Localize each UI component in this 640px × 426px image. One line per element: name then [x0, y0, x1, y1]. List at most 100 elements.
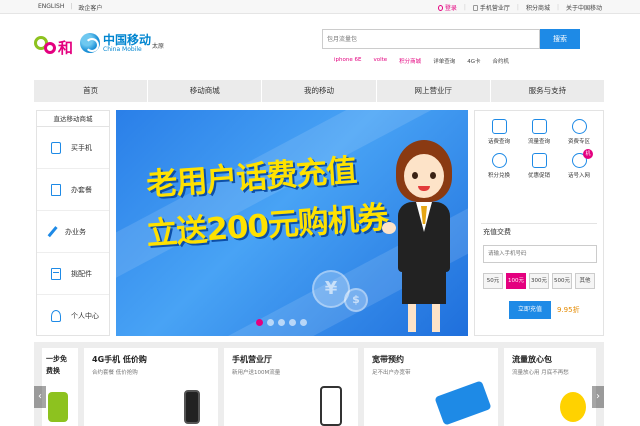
mobile-hall-link[interactable]: 手机营业厅 — [472, 3, 510, 12]
promo-card-subtitle: 流量放心用 月底不再愁 — [512, 370, 569, 376]
chart-icon — [531, 119, 547, 134]
amount-option[interactable]: 其他 — [575, 273, 595, 289]
quick-label: 话号入网 — [567, 173, 590, 179]
nav-online-hall[interactable]: 网上营业厅 — [377, 80, 491, 102]
wrench-icon — [47, 225, 59, 238]
search-button[interactable]: 搜索 — [540, 29, 580, 49]
brand-cn: 中国移动 — [103, 32, 152, 47]
top-utility-bar: ENGLISH | 政企客户 登录 | 手机营业厅 | 积分商城 | 关于中国移… — [0, 0, 640, 14]
quick-data-query[interactable]: 流量查询 — [519, 119, 559, 145]
points-mall-link[interactable]: 积分商城 — [526, 3, 550, 12]
hotword-link[interactable]: 合约机 — [492, 57, 509, 65]
gov-customer-link[interactable]: 政企客户 — [78, 3, 102, 12]
phone-bill-icon — [491, 119, 507, 134]
login-label: 登录 — [444, 5, 457, 12]
box-icon — [51, 267, 61, 280]
divider — [481, 223, 597, 224]
hotword-link[interactable]: 详单查询 — [433, 57, 455, 65]
promo-card-mobile-hall[interactable]: 手机营业厅 新用户送100M流量 — [224, 348, 358, 426]
he-logo-ring-pink — [44, 42, 56, 54]
divider: | — [516, 4, 519, 11]
promo-card-subtitle: 新用户送100M流量 — [232, 370, 281, 376]
nav-home[interactable]: 首页 — [34, 80, 149, 102]
sidebar-item-buy-phone[interactable]: 买手机 — [37, 127, 109, 169]
he-logo-text: 和 — [58, 39, 74, 57]
sidebar-item-accessories[interactable]: 挑配件 — [37, 253, 109, 295]
phone-icon — [51, 141, 61, 154]
search-input[interactable] — [322, 29, 540, 49]
quick-promo[interactable]: 优惠促销 — [519, 153, 559, 179]
discount-text: 9.95折 — [557, 306, 580, 314]
promo-card-title: 4G手机 低价购 — [92, 355, 147, 364]
tag-icon — [571, 119, 587, 134]
carousel-dot[interactable] — [300, 319, 307, 326]
phone-number-field[interactable] — [483, 245, 597, 263]
promo-card-subtitle: 足不出户办宽带 — [372, 370, 411, 376]
hotword-link[interactable]: 积分商城 — [399, 57, 421, 65]
promo-card-title: 手机营业厅 — [232, 355, 272, 364]
coin-icon: $ — [344, 288, 368, 312]
nav-mall[interactable]: 移动商城 — [148, 80, 263, 102]
phone-icon — [472, 5, 478, 11]
prev-arrow-icon[interactable]: ‹ — [34, 386, 46, 408]
promo-card-4g-phone[interactable]: 4G手机 低价购 合约套餐 低价抢购 — [84, 348, 218, 426]
promo-card-title: 一步免 — [46, 355, 67, 363]
promo-card[interactable]: 一步免 费换 — [42, 348, 78, 426]
recharge-button[interactable]: 立即充值 — [509, 301, 551, 319]
promo-card-subtitle: 合约套餐 低价抢购 — [92, 370, 138, 376]
sidebar-item-label: 买手机 — [71, 143, 92, 152]
mascot-illustration — [378, 140, 468, 336]
quick-links: 话费查询 流量查询 资费专区 积分兑换 优惠促销 机 话号入网 — [479, 119, 599, 179]
main-nav: 首页 移动商城 我的移动 网上营业厅 服务与支持 — [34, 80, 604, 102]
quick-tariff[interactable]: 资费专区 — [559, 119, 599, 145]
carousel-dot[interactable] — [289, 319, 296, 326]
mascot-image — [560, 392, 586, 422]
carousel-dot[interactable] — [278, 319, 285, 326]
nav-my-mobile[interactable]: 我的移动 — [262, 80, 377, 102]
english-link[interactable]: ENGLISH — [38, 3, 64, 12]
promo-banner[interactable]: 老用户话费充值 立送200元购机券 ¥ $ — [116, 110, 468, 336]
sidebar-item-plan[interactable]: 办套餐 — [37, 169, 109, 211]
about-link[interactable]: 关于中国移动 — [566, 3, 602, 12]
sidebar-item-label: 挑配件 — [71, 269, 92, 278]
quick-network[interactable]: 机 话号入网 — [559, 149, 599, 179]
promo-card-data-pack[interactable]: 流量放心包 流量放心用 月底不再愁 — [504, 348, 596, 426]
gift-icon — [531, 153, 547, 168]
amount-options: 50元 100元 300元 500元 其他 — [483, 273, 595, 289]
china-mobile-mark-icon — [80, 33, 100, 53]
quick-bill-query[interactable]: 话费查询 — [479, 119, 519, 145]
amount-option-selected[interactable]: 100元 — [506, 273, 526, 289]
sidebar-item-personal[interactable]: 个人中心 — [37, 295, 109, 337]
hotword-link[interactable]: iphone 6E — [334, 57, 361, 65]
login-link[interactable]: 登录 — [437, 3, 457, 12]
hotword-link[interactable]: volte — [373, 57, 387, 65]
quick-label: 流量查询 — [527, 139, 550, 145]
quick-label: 资费专区 — [567, 139, 590, 145]
promo-card-broadband[interactable]: 宽带预约 足不出户办宽带 — [364, 348, 498, 426]
amount-option[interactable]: 50元 — [483, 273, 503, 289]
sidebar-item-business[interactable]: 办业务 — [37, 211, 109, 253]
he-logo[interactable]: 和 — [34, 32, 74, 60]
service-panel: 话费查询 流量查询 资费专区 积分兑换 优惠促销 机 话号入网 充值交费 50元… — [474, 110, 604, 336]
city-selector[interactable]: 太原 — [152, 41, 164, 50]
user-icon — [437, 5, 443, 11]
user-icon — [51, 310, 61, 322]
amount-option[interactable]: 300元 — [529, 273, 549, 289]
china-mobile-logo[interactable]: 中国移动 China Mobile — [80, 33, 151, 53]
promo-card-title: 宽带预约 — [372, 355, 404, 364]
sim-card-image — [48, 392, 68, 422]
carousel-dot[interactable] — [267, 319, 274, 326]
quick-points[interactable]: 积分兑换 — [479, 153, 519, 179]
next-arrow-icon[interactable]: › — [592, 386, 604, 408]
sidebar-item-label: 办套餐 — [71, 185, 92, 194]
amount-option[interactable]: 500元 — [552, 273, 572, 289]
mobile-hall-label: 手机营业厅 — [479, 5, 510, 12]
header: 和 中国移动 China Mobile 太原 搜索 iphone 6E volt… — [0, 15, 640, 75]
recharge-title: 充值交费 — [483, 228, 511, 236]
search-bar: 搜索 — [322, 29, 580, 49]
hotword-link[interactable]: 4G卡 — [467, 57, 480, 65]
carousel-dot[interactable] — [256, 319, 263, 326]
brand-en: China Mobile — [103, 45, 142, 53]
nav-service[interactable]: 服务与支持 — [491, 80, 604, 102]
sidebar-item-label: 办业务 — [65, 227, 86, 236]
